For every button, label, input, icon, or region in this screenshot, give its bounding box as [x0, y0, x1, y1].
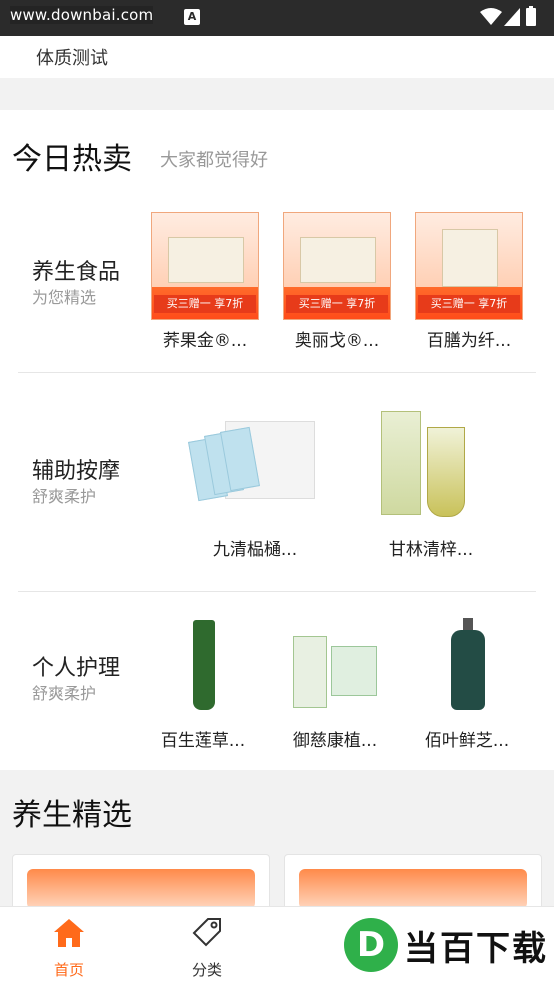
a-icon: A: [184, 9, 200, 25]
category-personal-care: 个人护理 舒爽柔护 百生莲草... 御慈康植... 佰叶鲜芝...: [0, 592, 554, 770]
url-watermark: www.downbai.com: [10, 6, 154, 24]
constitution-test-label: 体质测试: [36, 48, 108, 69]
promo-tag: 买三赠一 享7折: [418, 295, 520, 313]
product-name: 九清榀樋...: [212, 540, 298, 560]
category-title[interactable]: 个人护理: [32, 650, 120, 682]
product-image: [185, 409, 325, 525]
product-image: [287, 618, 383, 718]
category-title[interactable]: 辅助按摩: [32, 453, 120, 485]
product-name: 甘林清梓...: [388, 540, 474, 560]
product-card[interactable]: 买三赠一 享7折 荞果金®...: [146, 212, 264, 351]
product-name: 御慈康植...: [292, 731, 378, 751]
signal-icon: [504, 8, 520, 26]
brand-text: 当百下载: [404, 928, 548, 969]
tab-category[interactable]: 分类: [162, 917, 252, 980]
product-image: [361, 409, 501, 525]
status-bar: www.downbai.com A: [0, 0, 554, 36]
tag-icon: [192, 918, 221, 947]
product-image: [419, 618, 515, 718]
constitution-test-strip[interactable]: 体质测试: [0, 36, 554, 78]
promo-tag: 买三赠一 享7折: [286, 295, 388, 313]
hot-section-subtitle: 大家都觉得好: [160, 150, 268, 171]
selection-title: 养生精选: [12, 798, 132, 833]
product-name: 百膳为纤...: [426, 331, 512, 351]
product-card[interactable]: 九清榀樋...: [180, 409, 330, 560]
category-massage: 辅助按摩 舒爽柔护 九清榀樋... 甘林清梓...: [0, 373, 554, 591]
product-name: 荞果金®...: [162, 331, 248, 351]
product-card[interactable]: 甘林清梓...: [356, 409, 506, 560]
category-health-food: 养生食品 为您精选 买三赠一 享7折 荞果金®... 买三赠一 享7折 奥丽戈®…: [0, 206, 554, 372]
tab-label: 首页: [53, 961, 84, 979]
brand-watermark: D 当百下载: [344, 918, 548, 972]
wifi-icon: [480, 8, 502, 25]
product-image: [155, 618, 251, 718]
product-card[interactable]: 御慈康植...: [276, 618, 394, 751]
hot-section: 今日热卖 大家都觉得好 养生食品 为您精选 买三赠一 享7折 荞果金®... 买…: [0, 110, 554, 770]
promo-tag: 买三赠一 享7折: [154, 295, 256, 313]
home-icon: [54, 919, 84, 947]
category-subtitle: 为您精选: [32, 288, 97, 307]
product-card[interactable]: 佰叶鲜芝...: [408, 618, 526, 751]
product-image: 买三赠一 享7折: [151, 212, 259, 320]
tab-label: 分类: [191, 961, 222, 979]
category-subtitle: 舒爽柔护: [32, 487, 97, 506]
hot-section-title: 今日热卖: [12, 142, 132, 177]
category-subtitle: 舒爽柔护: [32, 684, 97, 703]
tab-home[interactable]: 首页: [24, 917, 114, 980]
bottom-tab-bar: 首页 分类 D 当百下载: [0, 906, 554, 984]
product-card[interactable]: 买三赠一 享7折 奥丽戈®...: [278, 212, 396, 351]
battery-icon: [526, 6, 536, 26]
category-title[interactable]: 养生食品: [32, 254, 120, 286]
product-card[interactable]: 买三赠一 享7折 百膳为纤...: [410, 212, 528, 351]
product-name: 奥丽戈®...: [294, 331, 380, 351]
product-image: 买三赠一 享7折: [283, 212, 391, 320]
brand-logo-icon: D: [344, 918, 398, 972]
product-name: 百生莲草...: [160, 731, 246, 751]
product-name: 佰叶鲜芝...: [424, 731, 510, 751]
product-image: 买三赠一 享7折: [415, 212, 523, 320]
product-card[interactable]: 百生莲草...: [144, 618, 262, 751]
